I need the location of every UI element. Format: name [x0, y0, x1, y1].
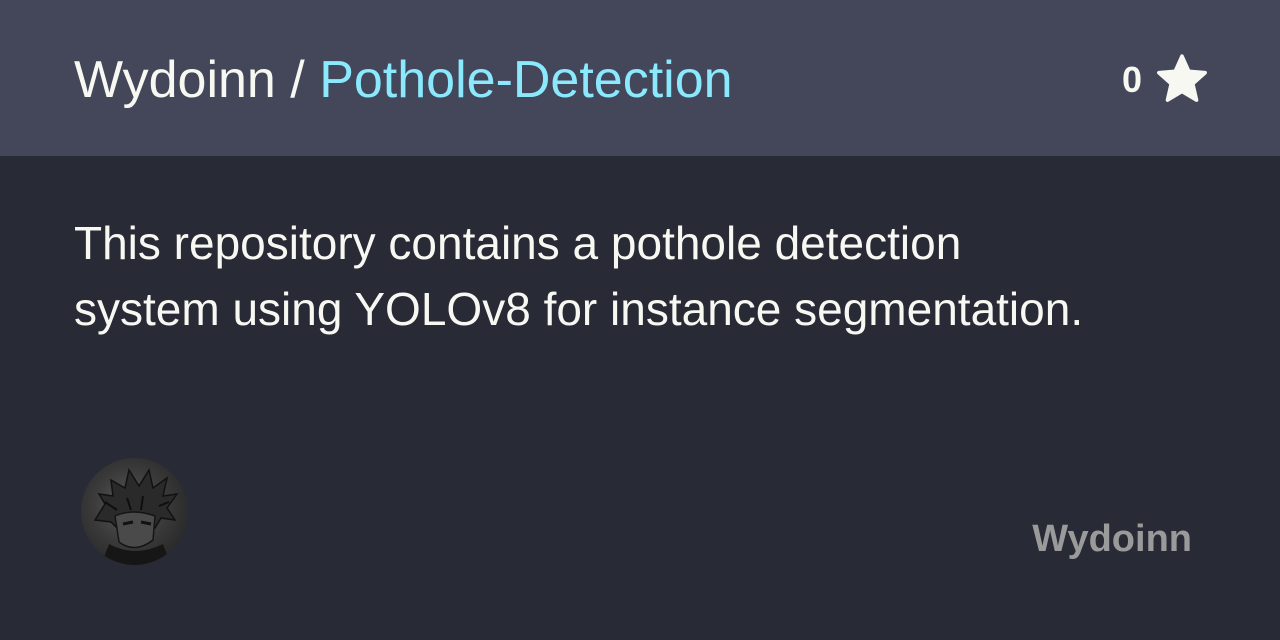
star-counter[interactable]: 0	[1122, 54, 1210, 106]
owner-label[interactable]: Wydoinn	[1032, 516, 1192, 562]
card-header: Wydoinn / Pothole-Detection 0	[0, 0, 1280, 156]
avatar-image	[93, 468, 179, 565]
star-count: 0	[1121, 59, 1142, 100]
repo-card: Wydoinn / Pothole-Detection 0 This repos…	[0, 0, 1280, 640]
repo-title[interactable]: Wydoinn / Pothole-Detection	[74, 48, 733, 112]
repo-owner[interactable]: Wydoinn	[74, 51, 276, 109]
repo-name[interactable]: Pothole-Detection	[319, 51, 732, 109]
title-separator: /	[275, 51, 320, 109]
repo-description: This repository contains a pothole detec…	[74, 217, 1084, 335]
star-icon	[1157, 54, 1207, 102]
avatar[interactable]	[81, 458, 188, 565]
